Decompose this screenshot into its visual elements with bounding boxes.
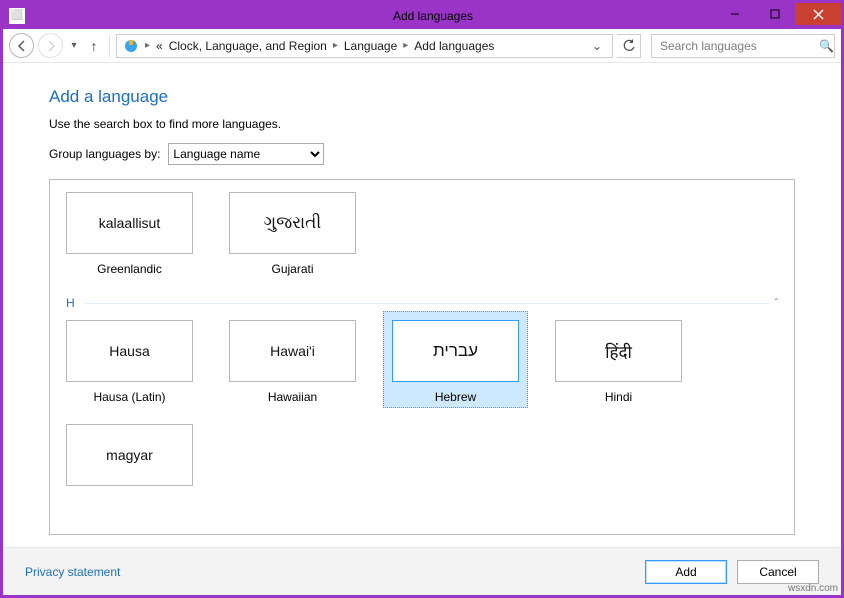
add-button[interactable]: Add: [645, 560, 727, 584]
app-icon: ⬜: [9, 8, 25, 24]
language-tile-native: Hawai'i: [229, 320, 356, 382]
forward-button[interactable]: [38, 33, 63, 58]
language-tile-hindi[interactable]: हिंदी Hindi: [555, 320, 682, 404]
nav-separator: [109, 35, 110, 57]
collapse-icon[interactable]: ˆ: [775, 298, 778, 309]
client-area: ▾ ↑ ▸ « Clock, Language, and Region ▸ La…: [3, 29, 841, 595]
language-tile-native: עברית: [392, 320, 519, 382]
nav-bar: ▾ ↑ ▸ « Clock, Language, and Region ▸ La…: [3, 29, 841, 63]
language-tile-native: ગુજરાતી: [229, 192, 356, 254]
breadcrumb-item-language[interactable]: Language: [344, 39, 397, 53]
back-button[interactable]: [9, 33, 34, 58]
refresh-button[interactable]: [617, 34, 641, 58]
up-button[interactable]: ↑: [85, 38, 103, 54]
language-list: kalaallisut Greenlandic ગુજરાતી Gujarati…: [49, 179, 795, 535]
language-tile-native: magyar: [66, 424, 193, 486]
breadcrumb-item-region[interactable]: Clock, Language, and Region: [169, 39, 327, 53]
language-tile-hausa[interactable]: Hausa Hausa (Latin): [66, 320, 193, 404]
search-input[interactable]: [658, 38, 819, 54]
chevron-right-icon: ▸: [145, 40, 150, 51]
language-row: kalaallisut Greenlandic ગુજરાતી Gujarati: [66, 192, 778, 276]
language-tile-native: kalaallisut: [66, 192, 193, 254]
window-buttons: [715, 3, 841, 25]
control-panel-icon: [123, 38, 139, 54]
group-by-select[interactable]: Language name: [168, 143, 324, 165]
close-button[interactable]: [795, 3, 841, 25]
group-by-row: Group languages by: Language name: [49, 143, 795, 165]
language-tile-caption: Hebrew: [435, 390, 476, 404]
chevron-right-icon: ▸: [333, 40, 338, 51]
breadcrumb-prefix: «: [156, 39, 163, 53]
search-icon[interactable]: 🔍: [819, 39, 834, 53]
title-bar: ⬜ Add languages: [3, 3, 841, 29]
language-tile-gujarati[interactable]: ગુજરાતી Gujarati: [229, 192, 356, 276]
cancel-button[interactable]: Cancel: [737, 560, 819, 584]
page-title: Add a language: [49, 87, 795, 107]
privacy-link[interactable]: Privacy statement: [25, 565, 120, 579]
language-tile-caption: Hawaiian: [268, 390, 317, 404]
minimize-button[interactable]: [715, 3, 755, 25]
language-tile-caption: Hausa (Latin): [93, 390, 165, 404]
breadcrumb[interactable]: ▸ « Clock, Language, and Region ▸ Langua…: [116, 34, 613, 58]
language-tile-greenlandic[interactable]: kalaallisut Greenlandic: [66, 192, 193, 276]
breadcrumb-item-add[interactable]: Add languages: [414, 39, 494, 53]
search-box[interactable]: 🔍: [651, 34, 835, 58]
content-area: Add a language Use the search box to fin…: [3, 63, 841, 547]
language-tile-hungarian[interactable]: magyar: [66, 424, 193, 494]
language-list-scroll[interactable]: kalaallisut Greenlandic ગુજરાતી Gujarati…: [50, 180, 794, 534]
language-tile-native: Hausa: [66, 320, 193, 382]
language-tile-hebrew[interactable]: עברית Hebrew: [392, 320, 519, 404]
watermark: wsxdn.com: [788, 583, 838, 594]
language-tile-caption: Greenlandic: [97, 262, 162, 276]
recent-locations-button[interactable]: ▾: [67, 40, 81, 51]
language-tile-caption: Hindi: [605, 390, 632, 404]
language-row: magyar: [66, 424, 778, 494]
bottom-bar: Privacy statement Add Cancel: [3, 547, 841, 595]
language-tile-native: हिंदी: [555, 320, 682, 382]
instruction-text: Use the search box to find more language…: [49, 117, 795, 131]
maximize-button[interactable]: [755, 3, 795, 25]
group-letter: H: [66, 296, 75, 310]
chevron-right-icon: ▸: [403, 40, 408, 51]
language-tile-hawaiian[interactable]: Hawai'i Hawaiian: [229, 320, 356, 404]
group-header-h[interactable]: H ˆ: [66, 296, 778, 310]
language-row: Hausa Hausa (Latin) Hawai'i Hawaiian עבר…: [66, 320, 778, 404]
breadcrumb-dropdown-icon[interactable]: ⌄: [588, 39, 606, 53]
group-divider: [85, 303, 769, 304]
group-by-label: Group languages by:: [49, 147, 160, 161]
language-tile-caption: Gujarati: [271, 262, 313, 276]
